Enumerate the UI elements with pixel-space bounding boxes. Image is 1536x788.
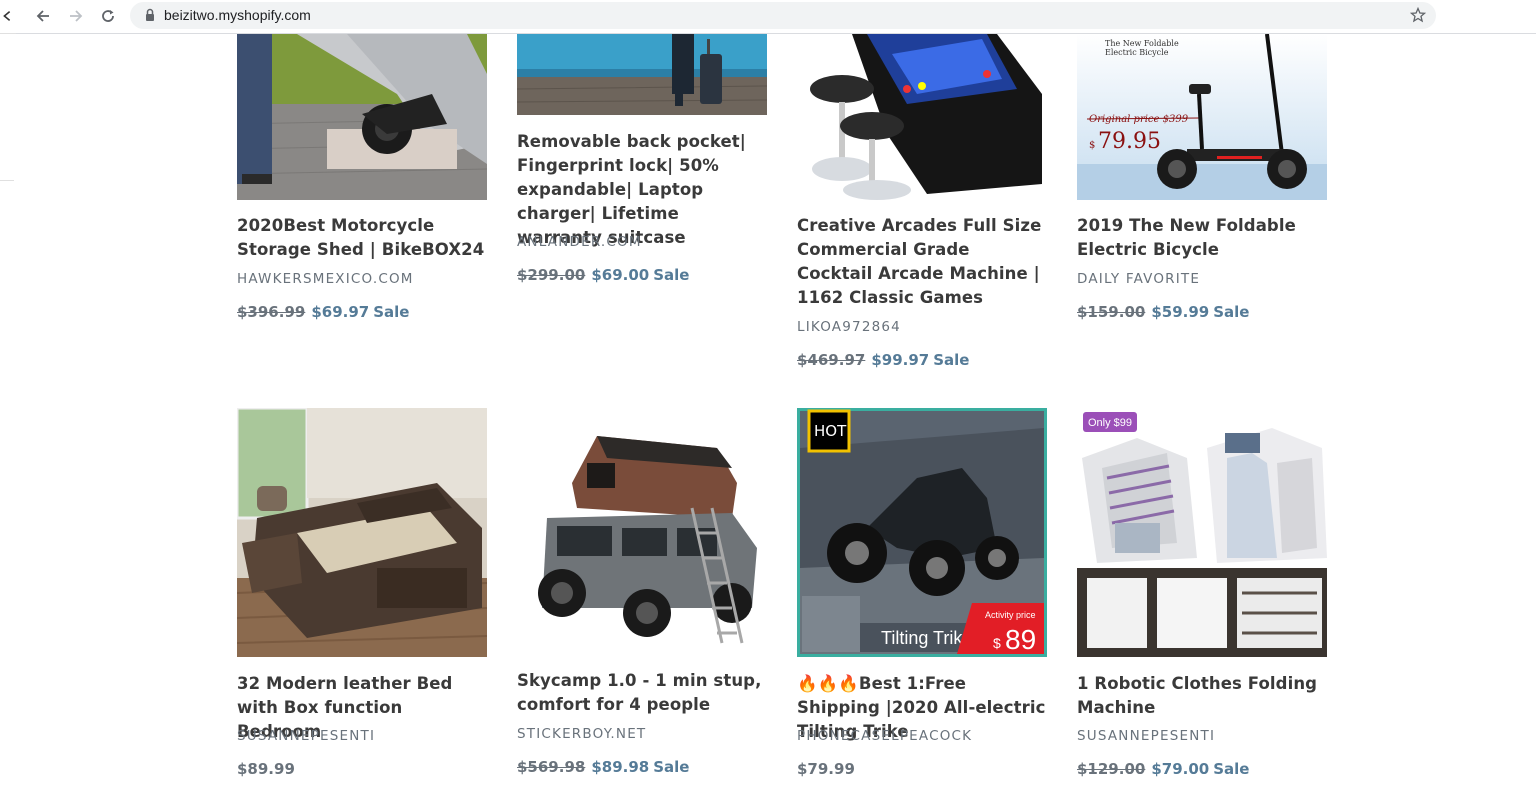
product-title[interactable]: 1 Robotic Clothes Folding Machine	[1077, 672, 1327, 720]
sale-price: $79.00	[1151, 760, 1210, 778]
sale-price: $69.97	[311, 303, 370, 321]
sale-label: Sale	[933, 351, 970, 369]
sale-price: $59.99	[1151, 303, 1210, 321]
original-price: $396.99	[237, 303, 306, 321]
product-image[interactable]	[517, 408, 767, 657]
product-vendor: ANLANDER.COM	[517, 234, 642, 250]
product-price: $89.99	[237, 760, 295, 778]
product-vendor: LIKOA972864	[797, 319, 901, 335]
activity-currency: $	[993, 635, 1001, 651]
activity-amount: 89	[1005, 624, 1036, 655]
original-price: $299.00	[517, 266, 586, 284]
product-image[interactable]	[517, 34, 767, 115]
product-vendor: PHONECASELPEACOCK	[797, 728, 973, 744]
url-text: beizitwo.myshopify.com	[164, 7, 311, 23]
product-image[interactable]: Only $99	[1077, 408, 1327, 657]
price-row: $89.99	[237, 760, 497, 778]
product-image[interactable]: HOT Tilting Trike Activity price $ 89	[797, 408, 1047, 657]
price-row: $159.00 $59.99 Sale	[1077, 303, 1337, 321]
product-vendor: SUSANNEPESENTI	[237, 728, 376, 744]
sale-price: $69.00	[591, 266, 650, 284]
side-back-icon[interactable]	[0, 6, 14, 26]
product-title[interactable]: Skycamp 1.0 - 1 min stup, comfort for 4 …	[517, 669, 767, 717]
original-price: $569.98	[517, 758, 586, 776]
image-caption: 79.95	[1098, 129, 1161, 154]
price-row: $299.00 $69.00 Sale	[517, 266, 777, 284]
sale-price: $89.98	[591, 758, 650, 776]
product-title[interactable]: Creative Arcades Full Size Commercial Gr…	[797, 214, 1047, 310]
image-badge: Only $99	[1088, 417, 1132, 429]
original-price: $469.97	[797, 351, 866, 369]
image-caption: $	[1089, 140, 1095, 151]
product-image[interactable]	[237, 34, 487, 200]
forward-arrow-icon[interactable]	[66, 6, 86, 26]
image-caption: Original price $399	[1089, 114, 1189, 125]
activity-label: Activity price	[985, 610, 1036, 620]
price-row: $79.99	[797, 760, 1057, 778]
back-arrow-icon[interactable]	[33, 6, 53, 26]
address-bar[interactable]: beizitwo.myshopify.com	[130, 2, 1436, 29]
product-title[interactable]: 2019 The New Foldable Electric Bicycle	[1077, 214, 1327, 262]
sale-label: Sale	[1213, 303, 1250, 321]
reload-icon[interactable]	[98, 6, 118, 26]
product-image[interactable]	[237, 408, 487, 657]
lock-icon	[146, 8, 154, 21]
product-price: $79.99	[797, 760, 855, 778]
star-icon[interactable]	[1410, 7, 1426, 23]
price-row: $396.99 $69.97 Sale	[237, 303, 497, 321]
product-vendor: DAILY FAVORITE	[1077, 271, 1201, 287]
original-price: $159.00	[1077, 303, 1146, 321]
image-caption: Electric Bicycle	[1105, 48, 1169, 57]
product-title[interactable]: Removable back pocket| Fingerprint lock|…	[517, 130, 767, 250]
product-image[interactable]: The New Foldable Electric Bicycle Origin…	[1077, 34, 1327, 200]
product-image[interactable]	[797, 34, 1047, 200]
product-grid: 2020Best Motorcycle Storage Shed | BikeB…	[0, 34, 1536, 788]
trike-caption: Tilting Trike	[881, 628, 972, 648]
product-vendor: STICKERBOY.NET	[517, 726, 647, 742]
product-title[interactable]: 2020Best Motorcycle Storage Shed | BikeB…	[237, 214, 487, 262]
hot-badge: HOT	[814, 422, 847, 440]
sale-label: Sale	[653, 758, 690, 776]
product-vendor: HAWKERSMEXICO.COM	[237, 271, 414, 287]
sale-label: Sale	[653, 266, 690, 284]
price-row: $469.97 $99.97 Sale	[797, 351, 1057, 369]
original-price: $129.00	[1077, 760, 1146, 778]
sale-label: Sale	[1213, 760, 1250, 778]
price-row: $569.98 $89.98 Sale	[517, 758, 777, 776]
sale-price: $99.97	[871, 351, 930, 369]
price-row: $129.00 $79.00 Sale	[1077, 760, 1337, 778]
browser-toolbar: beizitwo.myshopify.com	[0, 0, 1536, 34]
sale-label: Sale	[373, 303, 410, 321]
image-caption: The New Foldable	[1105, 39, 1179, 48]
product-vendor: SUSANNEPESENTI	[1077, 728, 1216, 744]
